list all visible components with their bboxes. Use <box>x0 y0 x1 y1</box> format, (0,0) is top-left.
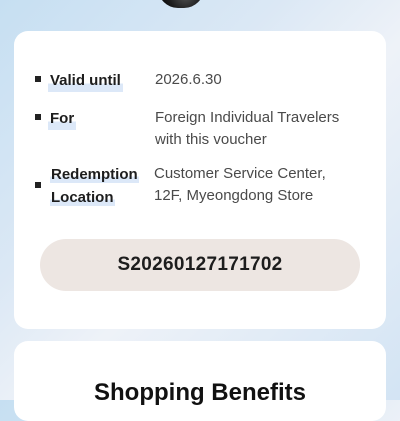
voucher-card: Valid until 2026.6.30 For Foreign Indivi… <box>14 31 386 329</box>
voucher-code-button[interactable]: S20260127171702 <box>40 239 360 291</box>
for-value-line2: with this voucher <box>155 131 267 148</box>
valid-until-value: 2026.6.30 <box>155 71 222 88</box>
redemption-label-line2: Location <box>50 189 115 206</box>
location-value-line1: Customer Service Center, <box>154 165 326 182</box>
redemption-location-label: Redemption Location <box>48 163 148 209</box>
product-image <box>158 0 204 8</box>
for-value: Foreign Individual Travelers with this v… <box>155 107 339 151</box>
redemption-label-line1: Redemption <box>50 166 139 183</box>
bullet-icon <box>35 114 41 120</box>
for-label: For <box>48 107 77 130</box>
bullet-icon <box>35 76 41 82</box>
for-value-line1: Foreign Individual Travelers <box>155 109 340 126</box>
redemption-location-value: Customer Service Center, 12F, Myeongdong… <box>154 163 326 207</box>
valid-until-label: Valid until <box>48 69 123 92</box>
shopping-benefits-title: Shopping Benefits <box>94 379 306 406</box>
location-value-line2: 12F, Myeongdong Store <box>154 187 314 204</box>
bullet-icon <box>35 182 41 188</box>
shopping-benefits-card: Shopping Benefits <box>14 341 386 421</box>
